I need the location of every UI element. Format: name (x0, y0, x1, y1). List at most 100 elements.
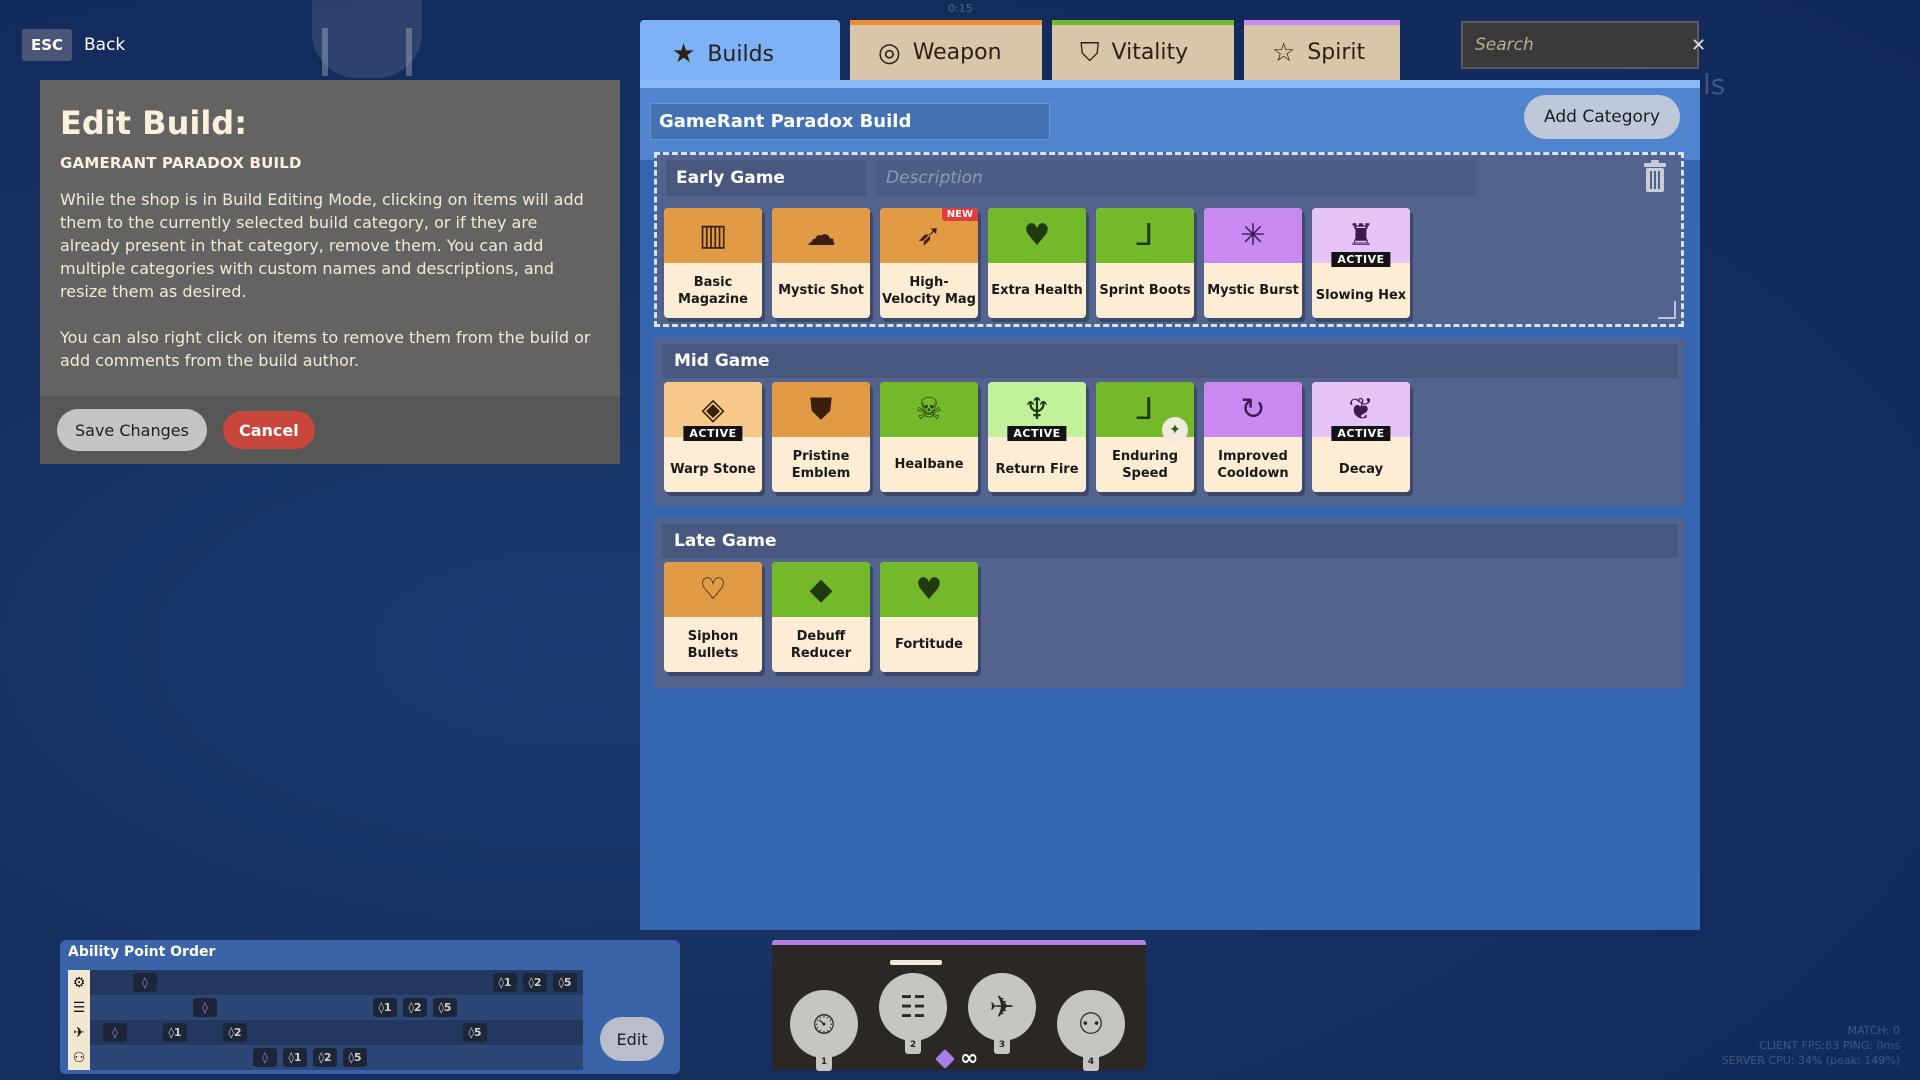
ability-slot-2[interactable]: ☷ (879, 973, 947, 1041)
item-extra-health[interactable]: ♥ Extra Health (988, 208, 1086, 318)
ability-slot-1[interactable]: ⏲ (790, 990, 858, 1058)
item-siphon-bullets[interactable]: ♡ Siphon Bullets (664, 562, 762, 672)
item-mystic-burst[interactable]: ✳ Mystic Burst (1204, 208, 1302, 318)
background-timer: 0:15 (948, 2, 973, 15)
ability-point-row: ⚙ ◊ ◊1 ◊2 ◊5 (68, 970, 583, 995)
ability-slot-number: 3 (994, 1036, 1010, 1054)
upgrade-chip: ◊5 (463, 1023, 487, 1042)
star-icon: ★ (672, 39, 696, 69)
item-decay[interactable]: ❦ ACTIVE Decay (1312, 382, 1410, 492)
hex-icon: ♜ (1347, 217, 1375, 253)
category-late-game[interactable]: Late Game ♡ Siphon Bullets ◆ Debuff Redu… (654, 518, 1684, 688)
striped-clock-icon: ☰ (68, 995, 90, 1020)
category-name[interactable]: Mid Game (662, 344, 1678, 378)
item-healbane[interactable]: ☠ Healbane (880, 382, 978, 492)
category-mid-game[interactable]: Mid Game ◈ ACTIVE Warp Stone ⛊ Pristine … (654, 338, 1684, 506)
upgrade-chip: ◊1 (163, 1023, 187, 1042)
item-name: Sprint Boots (1099, 283, 1191, 298)
category-early-game[interactable]: Early Game Description ▥ Basic Magazine … (654, 152, 1684, 327)
performance-stats: MATCH: 0 CLIENT FPS:83 PING: 0ms SERVER … (1722, 1023, 1900, 1068)
match-stat: MATCH: 0 (1847, 1024, 1900, 1037)
item-sprint-boots[interactable]: ⅃ Sprint Boots (1096, 208, 1194, 318)
tab-label: Weapon (912, 40, 1002, 65)
build-name-input[interactable]: GameRant Paradox Build (650, 103, 1050, 140)
upgrade-chip: ◊2 (523, 973, 547, 992)
tab-vitality[interactable]: ⛉ Vitality (1052, 20, 1234, 80)
search-input[interactable] (1475, 35, 1691, 55)
tab-builds[interactable]: ★ Builds (640, 20, 840, 88)
item-slowing-hex[interactable]: ♜ ACTIVE Slowing Hex (1312, 208, 1410, 318)
background-bar (406, 28, 412, 76)
trash-icon[interactable] (1644, 160, 1666, 192)
item-basic-magazine[interactable]: ▥ Basic Magazine (664, 208, 762, 318)
resize-handle[interactable] (1658, 301, 1676, 319)
return-fire-icon: ♆ (1023, 391, 1051, 427)
category-description-input[interactable]: Description (876, 160, 1476, 196)
upgrade-chip: ◊1 (283, 1048, 307, 1067)
cancel-button[interactable]: Cancel (222, 411, 315, 449)
item-high-velocity-mag[interactable]: ➶ NEW High-Velocity Mag (880, 208, 978, 318)
category-name-input[interactable]: Early Game (666, 160, 866, 196)
edit-build-subtitle: GAMERANT PARADOX BUILD (60, 154, 302, 172)
item-name: Decay (1338, 462, 1384, 477)
swap-people-icon: ⚇ (1077, 1006, 1105, 1042)
tab-spirit[interactable]: ☆ Spirit (1244, 20, 1400, 80)
active-badge: ACTIVE (1331, 426, 1391, 441)
ability-slot-4[interactable]: ⚇ (1057, 990, 1125, 1058)
item-improved-cooldown[interactable]: ↻ Improved Cooldown (1204, 382, 1302, 492)
ability-point-icon (935, 1049, 955, 1069)
item-list: ▥ Basic Magazine ☁ Mystic Shot ➶ NEW Hig… (664, 208, 1410, 318)
back-button[interactable]: ESC Back (22, 29, 125, 61)
upgrade-chip: ◊5 (343, 1048, 367, 1067)
item-name: Pristine Emblem (791, 448, 851, 481)
heart-icon: ♥ (1023, 217, 1051, 253)
item-warp-stone[interactable]: ◈ ACTIVE Warp Stone (664, 382, 762, 492)
shop-header: GameRant Paradox Build Add Category (640, 80, 1700, 160)
item-mystic-shot[interactable]: ☁ Mystic Shot (772, 208, 870, 318)
item-name: Warp Stone (670, 462, 756, 477)
magazine-icon: ▥ (698, 217, 728, 253)
shop-panel: GameRant Paradox Build Add Category Earl… (640, 80, 1700, 930)
cooldown-icon: ↻ (1240, 391, 1266, 427)
edit-ability-order-button[interactable]: Edit (600, 1017, 664, 1061)
striped-clock-icon: ☷ (899, 989, 927, 1025)
active-badge: ACTIVE (1007, 426, 1067, 441)
ability-slot-number: 2 (905, 1036, 921, 1054)
close-icon[interactable]: ✕ (1691, 35, 1706, 56)
active-badge: ACTIVE (1331, 252, 1391, 267)
tab-label: Spirit (1307, 40, 1366, 65)
unlock-chip: ◊ (103, 1023, 127, 1042)
clock-gear-icon: ⏲ (812, 1006, 836, 1042)
item-pristine-emblem[interactable]: ⛊ Pristine Emblem (772, 382, 870, 492)
back-label: Back (84, 35, 126, 55)
item-debuff-reducer[interactable]: ◆ Debuff Reducer (772, 562, 870, 672)
item-enduring-speed[interactable]: ⅃ ✦ Enduring Speed (1096, 382, 1194, 492)
ability-point-row: ⚇ ◊ ◊1 ◊2 ◊5 (68, 1045, 583, 1070)
description-paragraph: You can also right click on items to rem… (60, 328, 591, 370)
upgrade-chip: ◊2 (313, 1048, 337, 1067)
upgrade-chip: ◊1 (373, 998, 397, 1017)
upgrade-chip: ◊2 (223, 1023, 247, 1042)
ability-bar: ⏲ 1 ☷ 2 ✈ 3 ⚇ 4 ∞ (772, 940, 1146, 1071)
ability-slot-number: 4 (1083, 1053, 1099, 1071)
ability-point-order-panel: Ability Point Order ⚙ ◊ ◊1 ◊2 ◊5 ☰ ◊ ◊1 … (60, 940, 680, 1074)
item-name: Mystic Burst (1207, 283, 1299, 298)
ability-slot-3[interactable]: ✈ (968, 973, 1036, 1041)
edit-build-description: While the shop is in Build Editing Mode,… (60, 188, 600, 372)
upgrade-chip: ◊5 (553, 973, 577, 992)
item-return-fire[interactable]: ♆ ACTIVE Return Fire (988, 382, 1086, 492)
item-fortitude[interactable]: ♥ Fortitude (880, 562, 978, 672)
item-name: Mystic Shot (778, 283, 864, 298)
tab-label: Builds (707, 41, 774, 67)
rifle-icon: ✈ (989, 989, 1015, 1025)
category-name[interactable]: Late Game (662, 524, 1678, 558)
weapon-ring-icon: ◎ (878, 37, 901, 68)
upgrade-component-icon: ✦ (1162, 417, 1188, 443)
winged-boot-icon: ⅃ (1136, 391, 1154, 427)
rifle-icon: ✈ (68, 1020, 90, 1045)
tab-weapon[interactable]: ◎ Weapon (850, 20, 1042, 80)
save-changes-button[interactable]: Save Changes (57, 409, 207, 451)
add-category-button[interactable]: Add Category (1524, 95, 1680, 139)
unlock-chip: ◊ (133, 973, 157, 992)
item-name: Slowing Hex (1315, 288, 1407, 303)
